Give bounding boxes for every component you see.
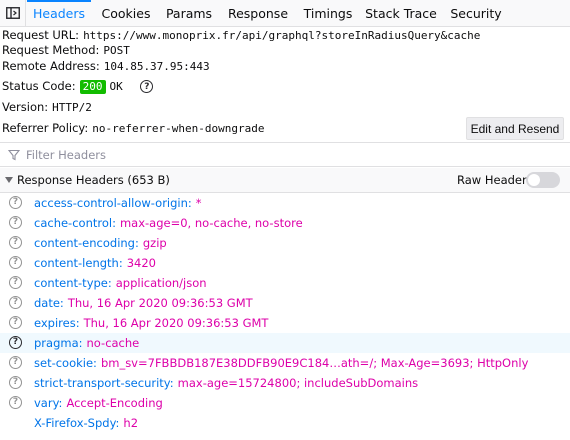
tab-headers[interactable]: Headers (27, 0, 91, 26)
header-row[interactable]: X-Firefox-Spdy: h2 (0, 413, 570, 433)
header-row[interactable]: ? cache-control: max-age=0, no-cache, no-s… (0, 213, 570, 233)
header-row[interactable]: ? vary: Accept-Encoding (0, 393, 570, 413)
header-value: * (195, 196, 202, 210)
request-method-value: POST (103, 44, 130, 57)
header-value: h2 (123, 416, 139, 430)
help-icon[interactable]: ? (9, 336, 22, 349)
version-value: HTTP/2 (52, 101, 92, 114)
header-value: max-age=0, no-cache, no-store (119, 216, 303, 230)
header-name: set-cookie: (34, 356, 97, 370)
help-icon[interactable]: ? (9, 236, 22, 249)
help-icon[interactable]: ? (9, 396, 22, 409)
header-row[interactable]: ? strict-transport-security: max-age=15724… (0, 373, 570, 393)
remote-address-value: 104.85.37.95:443 (103, 60, 210, 73)
header-name: access-control-allow-origin: (34, 196, 192, 210)
help-icon[interactable]: ? (9, 276, 22, 289)
header-value: 3420 (126, 256, 156, 270)
header-name: vary: (34, 396, 63, 410)
raw-headers-label: Raw Headers (457, 173, 533, 187)
tab-response[interactable]: Response (222, 0, 294, 26)
help-icon[interactable]: ? (9, 256, 22, 269)
header-value: Accept-Encoding (66, 396, 163, 410)
remote-address-label: Remote Address: (2, 59, 100, 73)
help-icon[interactable]: ? (9, 296, 22, 309)
version-label: Version: (2, 100, 49, 114)
status-code-badge: 200 (79, 80, 106, 94)
tab-params[interactable]: Params (161, 0, 217, 26)
help-icon[interactable]: ? (9, 316, 22, 329)
filter-icon (8, 149, 20, 160)
status-help-icon[interactable]: ? (140, 80, 154, 93)
header-row[interactable]: ? access-control-allow-origin: * (0, 193, 570, 213)
header-value: bm_sv=7FBBDB187E38DDFB90E9C184…ath=/; Ma… (100, 356, 529, 370)
raw-headers-toggle-knob (528, 174, 540, 186)
header-value: max-age=15724800; includeSubDomains (177, 376, 419, 390)
header-row[interactable]: ? date: Thu, 16 Apr 2020 09:36:53 GMT (0, 293, 570, 313)
help-icon[interactable]: ? (9, 216, 22, 229)
header-name: content-length: (34, 256, 123, 270)
request-method-line: Request Method: POST (2, 43, 130, 57)
tab-stack-trace[interactable]: Stack Trace (364, 0, 438, 26)
edit-and-resend-button[interactable]: Edit and Resend (466, 117, 564, 140)
response-headers-list: ? access-control-allow-origin: * ? cache-co… (0, 193, 570, 433)
filter-bar (0, 142, 570, 167)
version-line: Version: HTTP/2 (2, 100, 92, 114)
header-value: gzip (142, 236, 167, 250)
request-url-value[interactable]: https://www.monoprix.fr/api/graphql?stor… (83, 29, 480, 42)
raw-headers-toggle[interactable] (526, 172, 560, 188)
header-row[interactable]: ? content-encoding: gzip (0, 233, 570, 253)
response-headers-section-header[interactable]: Response Headers (653 B) Raw Headers (0, 168, 570, 193)
header-name: content-type: (34, 276, 112, 290)
sidebar-toggle-icon (5, 7, 20, 19)
tab-bar: Headers Cookies Params Response Timings … (0, 0, 570, 27)
header-name: date: (34, 296, 64, 310)
tab-cookies[interactable]: Cookies (96, 0, 156, 26)
tab-security[interactable]: Security (445, 0, 507, 26)
help-icon[interactable]: ? (9, 356, 22, 369)
status-code-line: Status Code: 200 OK ? (2, 79, 154, 94)
header-row[interactable]: ? expires: Thu, 16 Apr 2020 09:36:53 GMT (0, 313, 570, 333)
header-value: application/json (115, 276, 207, 290)
header-name: expires: (34, 316, 80, 330)
chevron-down-icon (5, 177, 13, 183)
header-row[interactable]: ? content-type: application/json (0, 273, 570, 293)
status-code-label: Status Code: (2, 79, 76, 93)
header-value: no-cache (86, 336, 140, 350)
response-headers-title: Response Headers (653 B) (17, 173, 170, 187)
header-name: cache-control: (34, 216, 116, 230)
referrer-policy-label: Referrer Policy: (2, 121, 89, 135)
header-name: strict-transport-security: (34, 376, 174, 390)
help-icon[interactable]: ? (9, 376, 22, 389)
header-value: Thu, 16 Apr 2020 09:36:53 GMT (83, 316, 269, 330)
help-icon[interactable]: ? (9, 196, 22, 209)
filter-headers-input[interactable] (24, 146, 428, 163)
header-name: content-encoding: (34, 236, 139, 250)
request-url-label: Request URL: (2, 28, 80, 42)
referrer-policy-line: Referrer Policy: no-referrer-when-downgra… (2, 121, 264, 135)
header-row-selected[interactable]: ? pragma: no-cache (0, 333, 570, 353)
header-row[interactable]: ? set-cookie: bm_sv=7FBBDB187E38DDFB90E9C1… (0, 353, 570, 373)
tab-timings[interactable]: Timings (299, 0, 357, 26)
referrer-policy-value: no-referrer-when-downgrade (92, 122, 265, 135)
remote-address-line: Remote Address: 104.85.37.95:443 (2, 59, 210, 73)
request-url-line: Request URL: https://www.monoprix.fr/api/… (2, 28, 480, 42)
status-text: OK (109, 80, 123, 93)
header-name: pragma: (34, 336, 83, 350)
sidebar-toggle-button[interactable] (0, 0, 26, 26)
header-name: X-Firefox-Spdy: (34, 416, 120, 430)
header-value: Thu, 16 Apr 2020 09:36:53 GMT (67, 296, 253, 310)
header-row[interactable]: ? content-length: 3420 (0, 253, 570, 273)
request-method-label: Request Method: (2, 43, 100, 57)
